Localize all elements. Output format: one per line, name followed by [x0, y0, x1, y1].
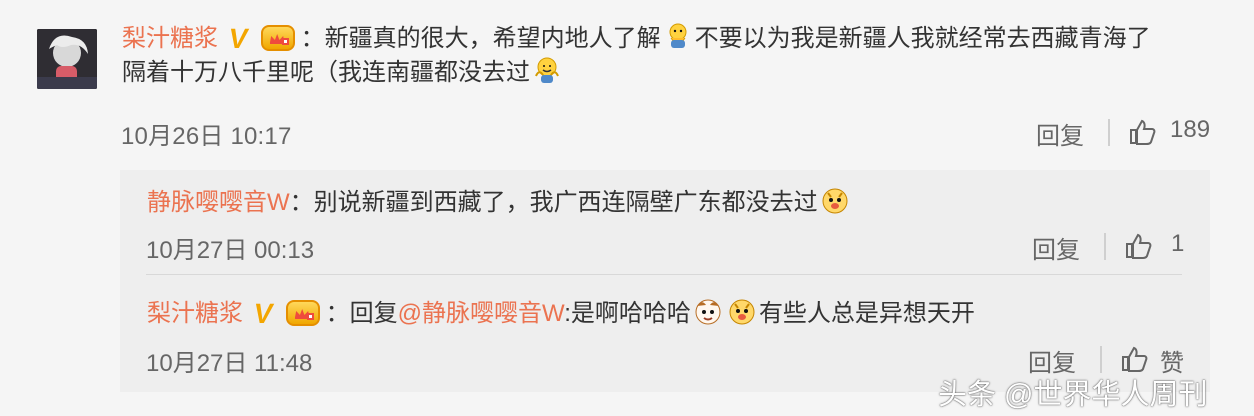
comment-reply-button[interactable]: 回复: [1036, 116, 1084, 151]
reply-list: 静脉嘤嘤音W：别说新疆到西藏了，我广西连隔壁广东都没去过 10月27日 00:1…: [120, 170, 1210, 392]
weibo-comment-thread: 梨汁糖浆 ：新疆真的很大，希望内地人了解 不要以为我是新疆人我就经常去西藏青海了…: [0, 0, 1254, 416]
reply-1-reply-button[interactable]: 回复: [1032, 230, 1080, 265]
verified-v-icon: [254, 300, 280, 326]
reply-1-username[interactable]: 静脉嘤嘤音W: [147, 189, 290, 216]
reply-separator: [146, 274, 1182, 275]
reply-2-text-part2: 有些人总是异想天开: [758, 300, 975, 327]
doge-face-icon: [728, 298, 756, 326]
reply-2-username[interactable]: 梨汁糖浆: [147, 300, 243, 327]
member-crown-icon: [285, 300, 320, 326]
doge-face-icon: [821, 187, 849, 215]
reply-2-text-part1: :是啊哈哈哈: [564, 300, 691, 327]
reply-2-user-badges: [254, 300, 320, 326]
comment-separator: ：: [300, 25, 325, 52]
verified-v-icon: [229, 25, 255, 51]
reply-1-like-count: 1: [1171, 230, 1185, 257]
comment-text-part3: 隔着十万八千里呢（我连南疆都没去过: [122, 59, 530, 86]
reply-2-prefix: 回复: [349, 300, 398, 327]
yellow-face-icon: [664, 23, 692, 51]
reply-1-body: 静脉嘤嘤音W：别说新疆到西藏了，我广西连隔壁广东都没去过: [147, 186, 852, 220]
thumbs-up-icon[interactable]: [1128, 118, 1156, 146]
comment-like-count: 189: [1170, 116, 1211, 143]
thumbs-up-icon[interactable]: [1120, 345, 1148, 373]
reply-2-separator: ：: [325, 300, 350, 327]
avatar-image: [37, 29, 97, 89]
reply-1-separator: ：: [289, 189, 314, 216]
comment-text-part1: 新疆真的很大，希望内地人了解: [324, 25, 661, 52]
comment-body: 梨汁糖浆 ：新疆真的很大，希望内地人了解 不要以为我是新疆人我就经常去西藏青海了…: [122, 22, 1212, 90]
reply-2-body: 梨汁糖浆 ：回复@静脉嘤嘤音W:是啊哈哈哈: [147, 297, 975, 331]
watermark: 头条 @世界华人周刊: [938, 379, 1208, 411]
user-badges: [229, 25, 295, 51]
dog-face-icon: [694, 298, 722, 326]
reply-2-mention[interactable]: @静脉嘤嘤音W: [398, 300, 565, 327]
reply-1-action-divider: [1104, 233, 1106, 260]
member-crown-icon: [260, 25, 295, 51]
comment-time: 10月26日 10:17: [121, 123, 292, 150]
comment-action-divider: [1108, 119, 1110, 146]
avatar[interactable]: [37, 29, 97, 89]
comment-text-part2: 不要以为我是新疆人我就经常去西藏青海了: [694, 25, 1151, 52]
reply-2-time: 10月27日 11:48: [146, 350, 313, 377]
comment-username[interactable]: 梨汁糖浆: [122, 25, 218, 52]
reply-1-time: 10月27日 00:13: [146, 237, 315, 264]
reply-1-text: 别说新疆到西藏了，我广西连隔壁广东都没去过: [313, 189, 818, 216]
shrug-face-icon: [533, 57, 561, 85]
thumbs-up-icon[interactable]: [1124, 232, 1152, 260]
reply-2-action-divider: [1100, 346, 1102, 373]
